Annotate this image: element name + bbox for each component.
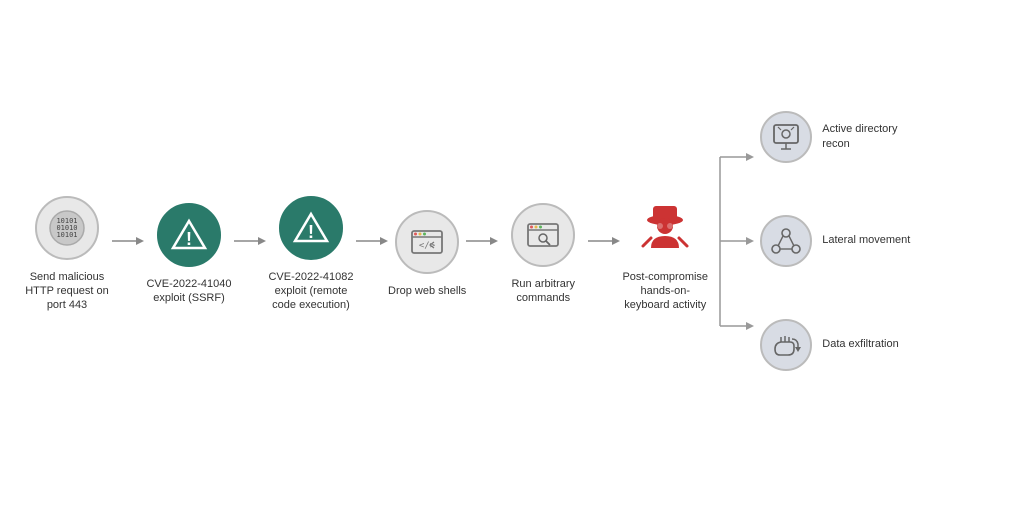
arrow-2: [234, 233, 266, 249]
exfil-icon: [770, 329, 802, 361]
arrow-4: [466, 233, 498, 249]
branch-nodes: Active directory recon Lateral movement: [760, 111, 912, 371]
circle-cve-rce: !: [279, 196, 343, 260]
circle-post-compromise: [633, 196, 697, 260]
circle-lateral-movement: [760, 215, 812, 267]
label-drop-web-shells: Drop web shells: [388, 284, 466, 298]
branch-section: Active directory recon Lateral movement: [710, 111, 912, 371]
webshell-icon: </>: [408, 223, 446, 261]
branch-active-directory: Active directory recon: [760, 111, 912, 163]
label-run-commands: Run arbitrary commands: [498, 277, 588, 306]
circle-active-directory: [760, 111, 812, 163]
node-run-commands: Run arbitrary commands: [498, 203, 588, 306]
circle-malicious-http: 10101 01010 10101: [35, 196, 99, 260]
node-drop-web-shells: </> Drop web shells: [388, 210, 466, 298]
warning-icon-rce: !: [292, 209, 330, 247]
attack-flow-diagram: 10101 01010 10101 Send malicious HTTP re…: [22, 111, 1002, 397]
binary-icon: 10101 01010 10101: [48, 209, 86, 247]
arrow-1: [112, 233, 144, 249]
hacker-icon: [633, 196, 697, 260]
node-cve-rce: ! CVE-2022-41082 exploit (remote code ex…: [266, 196, 356, 313]
svg-text:!: !: [186, 229, 192, 249]
node-cve-ssrf: ! CVE-2022-41040 exploit (SSRF): [144, 203, 234, 306]
label-cve-rce: CVE-2022-41082 exploit (remote code exec…: [266, 270, 356, 313]
circle-data-exfiltration: [760, 319, 812, 371]
label-post-compromise: Post-compromise hands-on-keyboard activi…: [620, 270, 710, 313]
node-post-compromise: Post-compromise hands-on-keyboard activi…: [620, 196, 710, 313]
arrow-5: [588, 233, 620, 249]
monitor-icon: [771, 122, 801, 152]
label-malicious-http: Send malicious HTTP request on port 443: [22, 270, 112, 313]
circle-drop-web-shells: </>: [395, 210, 459, 274]
branch-data-exfiltration: Data exfiltration: [760, 319, 912, 371]
circle-cve-ssrf: !: [157, 203, 221, 267]
network-icon: [770, 225, 802, 257]
arrow-3: [356, 233, 388, 249]
label-cve-ssrf: CVE-2022-41040 exploit (SSRF): [144, 277, 234, 306]
label-active-directory: Active directory recon: [822, 122, 912, 153]
label-lateral-movement: Lateral movement: [822, 233, 910, 248]
cmd-icon: [524, 216, 562, 254]
svg-text:!: !: [308, 222, 314, 242]
branch-lateral-movement: Lateral movement: [760, 215, 912, 267]
svg-text:10101: 10101: [56, 231, 77, 239]
warning-icon-ssrf: !: [170, 216, 208, 254]
branch-lines: [710, 111, 760, 371]
node-malicious-http: 10101 01010 10101 Send malicious HTTP re…: [22, 196, 112, 313]
circle-run-commands: [511, 203, 575, 267]
label-data-exfiltration: Data exfiltration: [822, 337, 898, 352]
